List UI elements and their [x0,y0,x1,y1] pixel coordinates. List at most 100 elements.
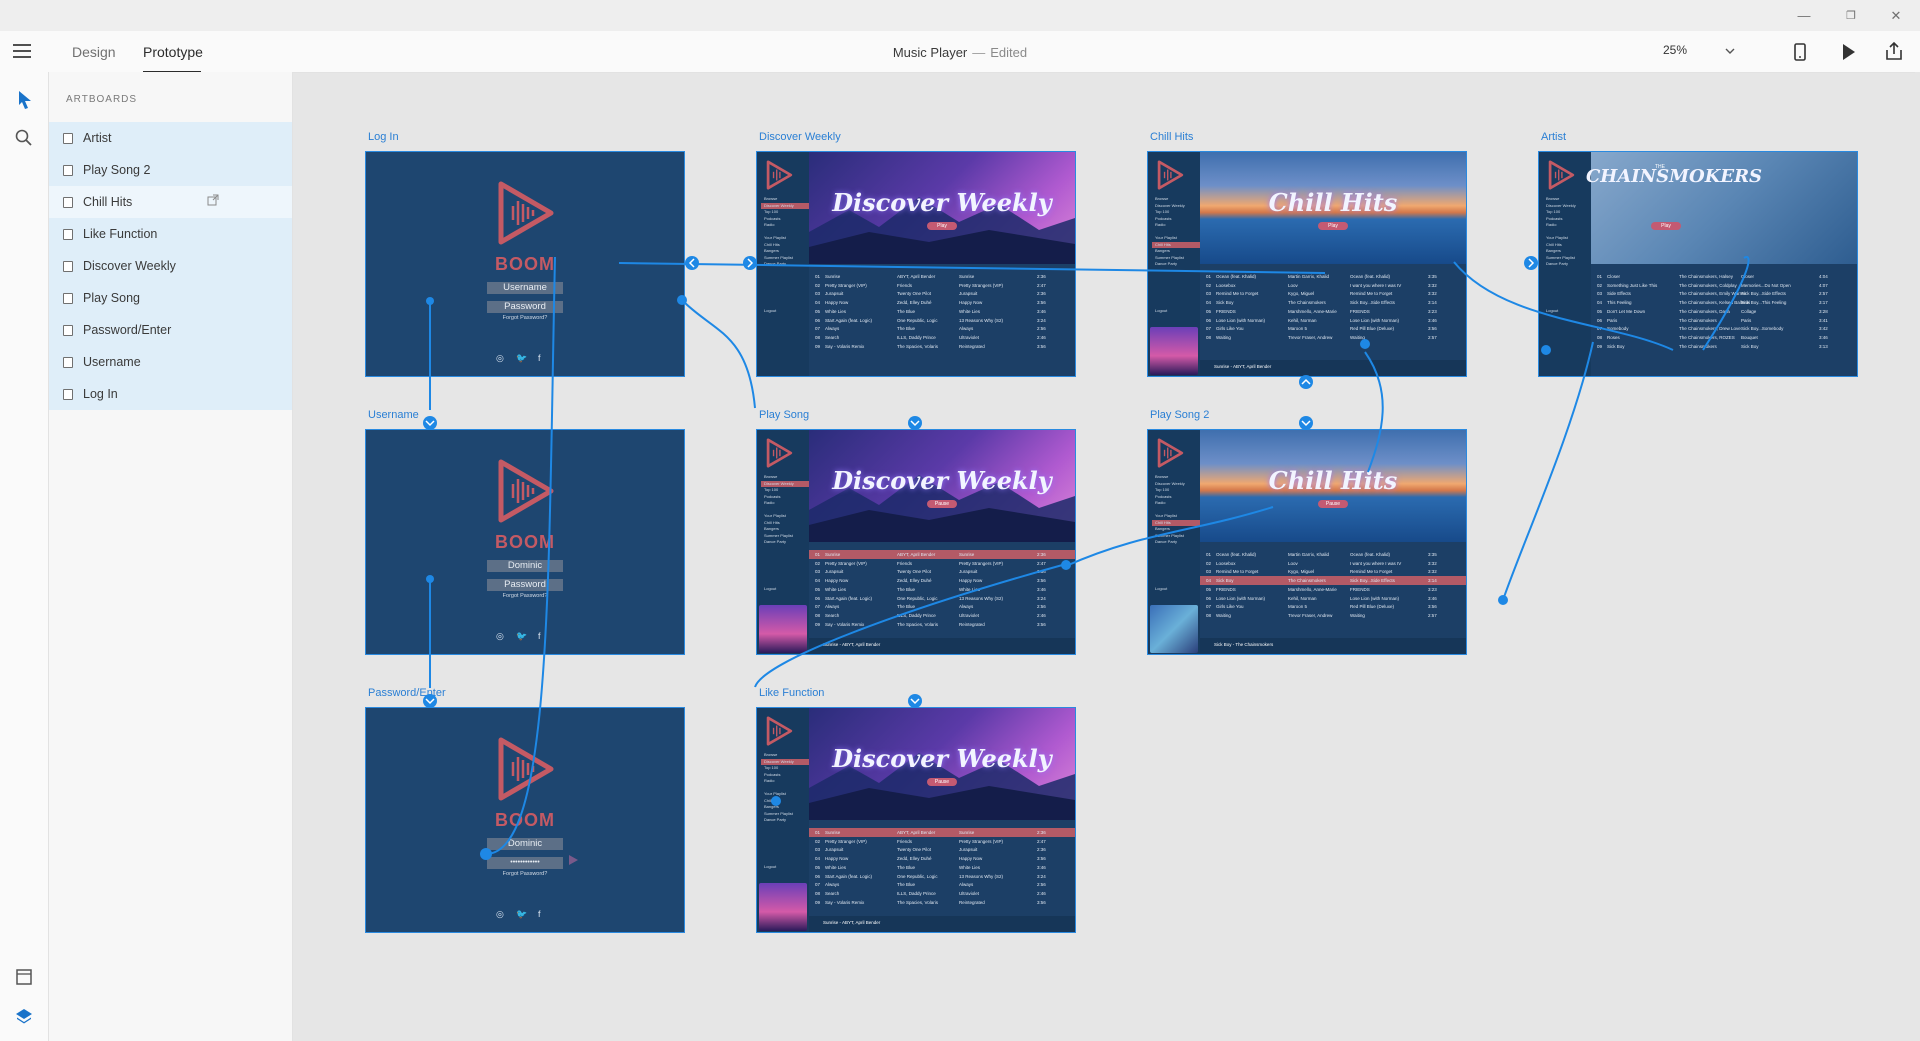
layers-icon[interactable] [12,1005,36,1029]
artboard-discover-weekly[interactable]: Browse Discover Weekly Top 100 Podcasts Radi… [756,151,1076,377]
track-row[interactable]: 01 Sunrise ABYT, April Bender Sunrise 2:36 [809,550,1075,559]
track-row[interactable]: 09 Say - Volaris Remix The Spacies, Volari… [809,342,1075,351]
track-row[interactable]: 05 Don't Let Me Down The Chainsmokers, Day… [1591,307,1857,316]
artboard-label-log-in[interactable]: Log In [368,131,399,143]
search-icon[interactable] [12,126,36,150]
enter-arrow-icon[interactable] [566,853,580,867]
select-arrow-icon[interactable] [12,88,36,112]
artboard-play-song-2[interactable]: Browse Discover Weekly Top 100 Podcasts Radi… [1147,429,1467,655]
track-row[interactable]: 07 Somebody The Chainsmokers, Drew Love Sic… [1591,324,1857,333]
track-row[interactable]: 09 Say - Volaris Remix The Spacies, Volari… [809,620,1075,629]
track-row[interactable]: 05 FRIENDS Marshmello, Anne-Marie FRIENDS 3:… [1200,307,1466,316]
track-row[interactable]: 04 Happy Now Zedd, Elley Duhé Happy Now 3:56 [809,854,1075,863]
track-row[interactable]: 05 White Lies The Blue White Lies 3:46 [809,863,1075,872]
play-button[interactable]: Pause [1318,500,1348,508]
track-row[interactable]: 07 Always The Blue Always 2:56 [809,602,1075,611]
close-button[interactable]: ✕ [1876,2,1916,30]
track-row[interactable]: 04 Sick Boy The Chainsmokers Sick Boy...Sid… [1200,576,1466,586]
artboard-label-play-song-2[interactable]: Play Song 2 [1150,409,1209,421]
forgot-password-link[interactable]: Forgot Password? [366,871,684,877]
sidebar-nav-item[interactable]: Radio [1155,500,1165,507]
logout-link[interactable]: Logout [1155,308,1167,315]
track-row[interactable]: 05 White Lies The Blue White Lies 3:46 [809,307,1075,316]
track-row[interactable]: 03 Side Effects The Chainsmokers, Emily Wa… [1591,289,1857,298]
twitter-icon[interactable]: 🐦 [516,631,527,642]
logout-link[interactable]: Logout [1546,308,1558,315]
artboard-label-like-function[interactable]: Like Function [759,687,824,699]
username-field[interactable]: Username [487,282,563,294]
track-row[interactable]: 07 Girls Like You Maroon 5 Red Pill Blue (D… [1200,324,1466,333]
track-row[interactable]: 06 Start Again (feat. Logic) One Republic,… [809,872,1075,881]
artboard-username[interactable]: BOOM Dominic Password Forgot Password? ◎… [365,429,685,655]
play-button[interactable]: Play [1318,222,1348,230]
share-icon[interactable] [1882,40,1906,64]
play-button[interactable]: Pause [927,778,957,786]
sidebar-nav-item[interactable]: Radio [764,222,774,229]
sidebar-nav-item[interactable]: Dance Party [1155,539,1177,546]
track-row[interactable]: 07 Always The Blue Always 2:56 [809,324,1075,333]
track-row[interactable]: 02 Pretty Stranger (VIP) Friends Pretty Str… [809,837,1075,846]
track-row[interactable]: 07 Girls Like You Maroon 5 Red Pill Blue (D… [1200,602,1466,611]
track-row[interactable]: 09 Sick Boy The Chainsmokers Sick Boy 3:13 [1591,342,1857,351]
canvas-scrollbar[interactable] [1915,72,1920,1041]
track-row[interactable]: 01 Closer The Chainsmokers, Halsey Closer 4:… [1591,272,1857,281]
sidebar-nav-item[interactable]: Dance Party [764,539,786,546]
play-icon[interactable] [1836,40,1860,64]
artboard-label-play-song[interactable]: Play Song [759,409,809,421]
sidebar-nav-item[interactable]: Radio [764,500,774,507]
track-row[interactable]: 04 Happy Now Zedd, Elley Duhé Happy Now 3:56 [809,298,1075,307]
logout-link[interactable]: Logout [764,864,776,871]
sidebar-nav-item[interactable]: Dance Party [1155,261,1177,268]
restore-button[interactable]: ❐ [1831,2,1871,30]
track-row[interactable]: 02 Something Just Like This The Chainsmoke… [1591,281,1857,290]
track-row[interactable]: 06 Start Again (feat. Logic) One Republic,… [809,316,1075,325]
prototype-canvas[interactable]: Log In Discover Weekly Chill Hits Artist… [293,72,1920,1041]
track-row[interactable]: 05 FRIENDS Marshmello, Anne-Marie FRIENDS 3:… [1200,585,1466,594]
track-row[interactable]: 05 White Lies The Blue White Lies 3:46 [809,585,1075,594]
sidebar-nav-item[interactable]: Radio [1546,222,1556,229]
track-row[interactable]: 01 Sunrise ABYT, April Bender Sunrise 2:36 [809,828,1075,837]
track-row[interactable]: 03 Jurapsuit Twenty One Pilot Jurapsuit 2:36 [809,845,1075,854]
external-link-icon[interactable] [206,193,220,207]
instagram-icon[interactable]: ◎ [496,909,504,920]
forgot-password-link[interactable]: Forgot Password? [366,593,684,599]
track-row[interactable]: 07 Always The Blue Always 2:56 [809,880,1075,889]
track-row[interactable]: 06 Lose Lion (with Norman) Kehil, Norman Lo… [1200,316,1466,325]
layer-item-log-in[interactable]: Log In [49,378,292,410]
artboard-icon[interactable] [12,965,36,989]
twitter-icon[interactable]: 🐦 [516,353,527,364]
facebook-icon[interactable]: f [538,631,541,641]
logout-link[interactable]: Logout [764,308,776,315]
track-row[interactable]: 02 Pretty Stranger (VIP) Friends Pretty Str… [809,281,1075,290]
layer-item-play-song[interactable]: Play Song [49,282,292,314]
artboard-artist[interactable]: Browse Discover Weekly Top 100 Podcasts Radi… [1538,151,1858,377]
track-row[interactable]: 08 Search ILLS, Daddy Prince Ultraviolet 2:4… [809,611,1075,620]
sidebar-nav-item[interactable]: Dance Party [764,261,786,268]
artboard-log-in[interactable]: BOOM Username Password Forgot Password? … [365,151,685,377]
sidebar-nav-item[interactable]: Radio [1155,222,1165,229]
username-field[interactable]: Dominic [487,560,563,572]
track-row[interactable]: 06 Paris The Chainsmokers Paris 3:41 [1591,316,1857,325]
password-field[interactable]: Password [487,301,563,313]
layer-item-chill-hits[interactable]: Chill Hits [49,186,292,218]
track-row[interactable]: 08 Roses The Chainsmokers, ROZES Bouquet 3:4… [1591,333,1857,342]
track-row[interactable]: 04 This Feeling The Chainsmokers, Kelsea B… [1591,298,1857,307]
track-row[interactable]: 02 Loosebox Loov I want you where I was IV 3… [1200,559,1466,568]
password-field[interactable]: •••••••••••• [487,857,563,869]
artboard-play-song[interactable]: Browse Discover Weekly Top 100 Podcasts Radi… [756,429,1076,655]
track-row[interactable]: 03 Remind Me to Forget Kygo, Miguel Remind … [1200,567,1466,576]
layer-item-like-function[interactable]: Like Function [49,218,292,250]
artboard-chill-hits[interactable]: Browse Discover Weekly Top 100 Podcasts Radi… [1147,151,1467,377]
phone-preview-icon[interactable] [1788,40,1812,64]
track-row[interactable]: 03 Jurapsuit Twenty One Pilot Jurapsuit 2:36 [809,567,1075,576]
track-row[interactable]: 06 Start Again (feat. Logic) One Republic,… [809,594,1075,603]
track-row[interactable]: 02 Loosebox Loov I want you where I was IV 3… [1200,281,1466,290]
track-row[interactable]: 08 Search ILLS, Daddy Prince Ultraviolet 2:4… [809,333,1075,342]
track-row[interactable]: 01 Ocean (feat. Khalid) Martin Garrix, Kha… [1200,272,1466,281]
layer-item-play-song-2[interactable]: Play Song 2 [49,154,292,186]
track-row[interactable]: 01 Ocean (feat. Khalid) Martin Garrix, Kha… [1200,550,1466,559]
track-row[interactable]: 08 Waiting Trevor Fraser, Andrew Waiting 2:5… [1200,333,1466,342]
play-button[interactable]: Play [1651,222,1681,230]
track-row[interactable]: 04 Happy Now Zedd, Elley Duhé Happy Now 3:56 [809,576,1075,585]
artboard-label-username[interactable]: Username [368,409,419,421]
